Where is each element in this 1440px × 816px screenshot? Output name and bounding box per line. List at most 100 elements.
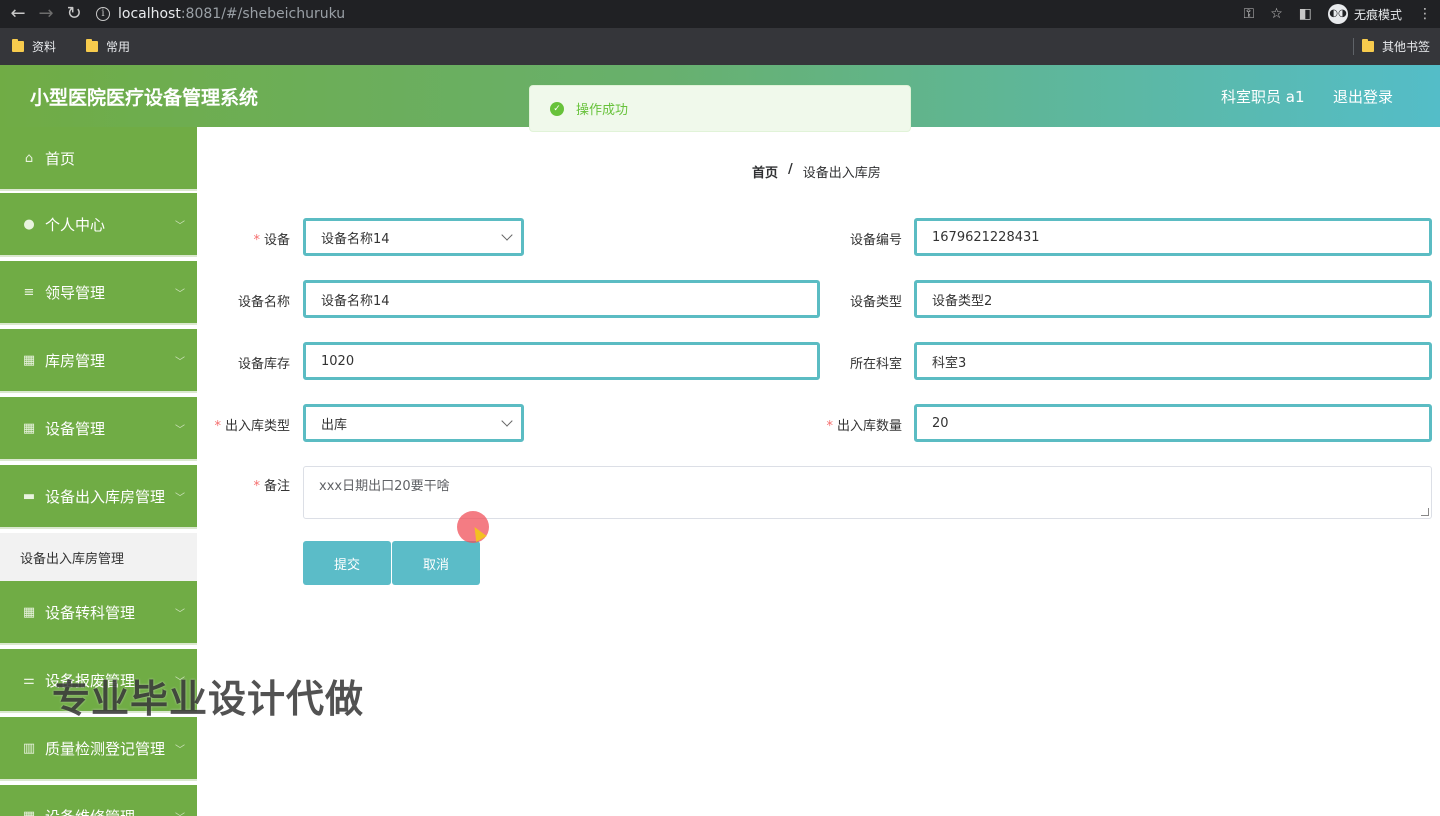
sliders-icon: ⚌	[23, 672, 35, 688]
breadcrumb-home[interactable]: 首页	[752, 162, 778, 181]
grid-icon: ▦	[22, 352, 36, 368]
watermark-text: 专业毕业设计代做	[52, 677, 365, 721]
sidebar-item-label: 设备维修管理	[45, 806, 135, 816]
io-type-label: * 出入库类型	[214, 419, 290, 434]
io-qty-value: 20	[932, 415, 949, 431]
home-icon: ⌂	[24, 150, 34, 166]
other-bookmarks[interactable]: 其他书签	[1361, 28, 1430, 65]
sidebar-item-label: 首页	[45, 149, 76, 168]
other-bookmarks-label: 其他书签	[1381, 40, 1430, 54]
address-bar[interactable]: i localhost:8081/#/shebeichuruku	[96, 0, 345, 28]
suitcase-icon: ▬	[22, 488, 36, 504]
device-name-label: 设备名称	[237, 295, 290, 310]
device-code-value: 1679621228431	[932, 229, 1040, 245]
folder-icon	[1361, 39, 1374, 52]
sidebar-item-label: 质量检测登记管理	[45, 739, 166, 758]
device-type-value: 设备类型2	[932, 293, 993, 309]
sidebar-item-quality[interactable]: ▥ 质量检测登记管理 ﹀	[0, 717, 197, 781]
browser-actions: ⚿ ☆ ◧ ◐◑ 无痕模式 ⋮	[1244, 0, 1432, 28]
incognito-label: 无痕模式	[1353, 7, 1402, 22]
stock-field[interactable]: 1020	[303, 342, 820, 380]
stock-label: 设备库存	[237, 357, 290, 372]
device-label: * 设备	[253, 233, 290, 248]
resize-handle-icon[interactable]	[1421, 508, 1429, 516]
sidebar-item-label: 设备出入库房管理	[45, 487, 166, 506]
toast-message: 操作成功	[576, 103, 629, 118]
sidebar-item-label: 库房管理	[45, 351, 106, 370]
department-value: 科室3	[932, 355, 967, 371]
bookmark-label: 资料	[32, 40, 57, 54]
logout-link[interactable]: 退出登录	[1333, 86, 1393, 107]
submit-button[interactable]: 提交	[303, 541, 391, 585]
sidebar-item-repair[interactable]: ▦ 设备维修管理 ﹀	[0, 785, 197, 816]
grid-icon: ▦	[22, 808, 36, 816]
current-user: 科室职员 a1	[1221, 88, 1305, 106]
key-icon[interactable]: ⚿	[1244, 6, 1255, 22]
chart-icon: ▥	[22, 740, 36, 756]
url-host: localhost	[118, 6, 181, 22]
device-name-field[interactable]: 设备名称14	[303, 280, 820, 318]
chevron-down-icon: ﹀	[175, 609, 185, 620]
sidebar-item-home[interactable]: ⌂ 首页	[0, 127, 197, 191]
sidebar-item-profile[interactable]: ● 个人中心 ﹀	[0, 193, 197, 257]
io-type-select[interactable]: 出库	[303, 404, 524, 442]
submenu-item-label: 设备出入库房管理	[20, 551, 125, 567]
incognito-indicator[interactable]: ◐◑ 无痕模式	[1327, 4, 1402, 24]
chevron-down-icon	[501, 415, 513, 427]
io-qty-label: * 出入库数量	[826, 419, 902, 434]
device-type-field[interactable]: 设备类型2	[914, 280, 1432, 318]
breadcrumb-current: 设备出入库房	[802, 166, 881, 181]
chevron-down-icon: ﹀	[175, 809, 185, 816]
grid-icon: ▦	[22, 604, 36, 620]
bookmark-divider	[1353, 38, 1354, 55]
url-path: :8081/#/shebeichuruku	[180, 6, 346, 22]
remark-value: xxx日期出口20要干啥	[319, 479, 450, 494]
success-toast: ✓ 操作成功	[529, 85, 911, 132]
folder-icon	[12, 39, 24, 52]
cancel-button[interactable]: 取消	[392, 541, 480, 585]
sidebar-item-device-io[interactable]: ▬ 设备出入库房管理 ﹀	[0, 465, 197, 529]
more-menu-icon[interactable]: ⋮	[1418, 6, 1432, 22]
department-field[interactable]: 科室3	[914, 342, 1432, 380]
io-type-value: 出库	[321, 417, 348, 433]
device-name-value: 设备名称14	[321, 293, 390, 309]
breadcrumb: 首页 / 设备出入库房	[752, 162, 881, 181]
reload-icon[interactable]: ↻	[60, 0, 88, 28]
incognito-icon: ◐◑	[1327, 4, 1348, 24]
chevron-down-icon: ﹀	[175, 745, 185, 756]
device-select-value: 设备名称14	[321, 231, 390, 247]
sidebar-item-warehouse[interactable]: ▦ 库房管理 ﹀	[0, 329, 197, 393]
sidebar-item-label: 设备转科管理	[45, 603, 136, 622]
device-select[interactable]: 设备名称14	[303, 218, 524, 256]
bookmarks-bar: 资料 常用 其他书签	[0, 28, 1440, 65]
io-qty-field[interactable]: 20	[914, 404, 1432, 442]
folder-icon	[86, 39, 99, 52]
sidebar-item-devices[interactable]: ▦ 设备管理 ﹀	[0, 397, 197, 461]
remark-label: * 备注	[253, 479, 290, 494]
device-code-label: 设备编号	[849, 233, 902, 248]
check-circle-icon: ✓	[550, 101, 564, 116]
department-label: 所在科室	[849, 357, 902, 372]
forward-arrow-icon[interactable]: →	[32, 0, 60, 28]
bookmark-folder[interactable]: 常用	[86, 38, 130, 55]
bookmark-label: 常用	[106, 40, 131, 54]
breadcrumb-separator: /	[788, 162, 793, 177]
grid-icon: ▦	[22, 420, 36, 436]
sidebar-item-label: 设备管理	[45, 419, 106, 438]
list-icon: ≡	[23, 284, 35, 300]
sidebar-item-leaders[interactable]: ≡ 领导管理 ﹀	[0, 261, 197, 325]
stock-value: 1020	[321, 353, 355, 369]
sidepanel-icon[interactable]: ◧	[1299, 6, 1312, 22]
back-arrow-icon[interactable]: ←	[4, 0, 32, 28]
star-icon[interactable]: ☆	[1270, 6, 1283, 22]
device-type-label: 设备类型	[849, 295, 902, 310]
info-icon[interactable]: i	[96, 7, 110, 21]
sidebar-item-transfer[interactable]: ▦ 设备转科管理 ﹀	[0, 581, 197, 645]
app-title: 小型医院医疗设备管理系统	[30, 87, 259, 109]
bookmark-folder[interactable]: 资料	[12, 38, 56, 55]
sidebar-item-label: 个人中心	[45, 215, 106, 234]
submenu-item-device-io[interactable]: 设备出入库房管理	[0, 533, 197, 581]
browser-toolbar: ← → ↻ i localhost:8081/#/shebeichuruku ⚿…	[0, 0, 1440, 28]
device-code-field[interactable]: 1679621228431	[914, 218, 1432, 256]
chevron-down-icon	[501, 229, 513, 241]
